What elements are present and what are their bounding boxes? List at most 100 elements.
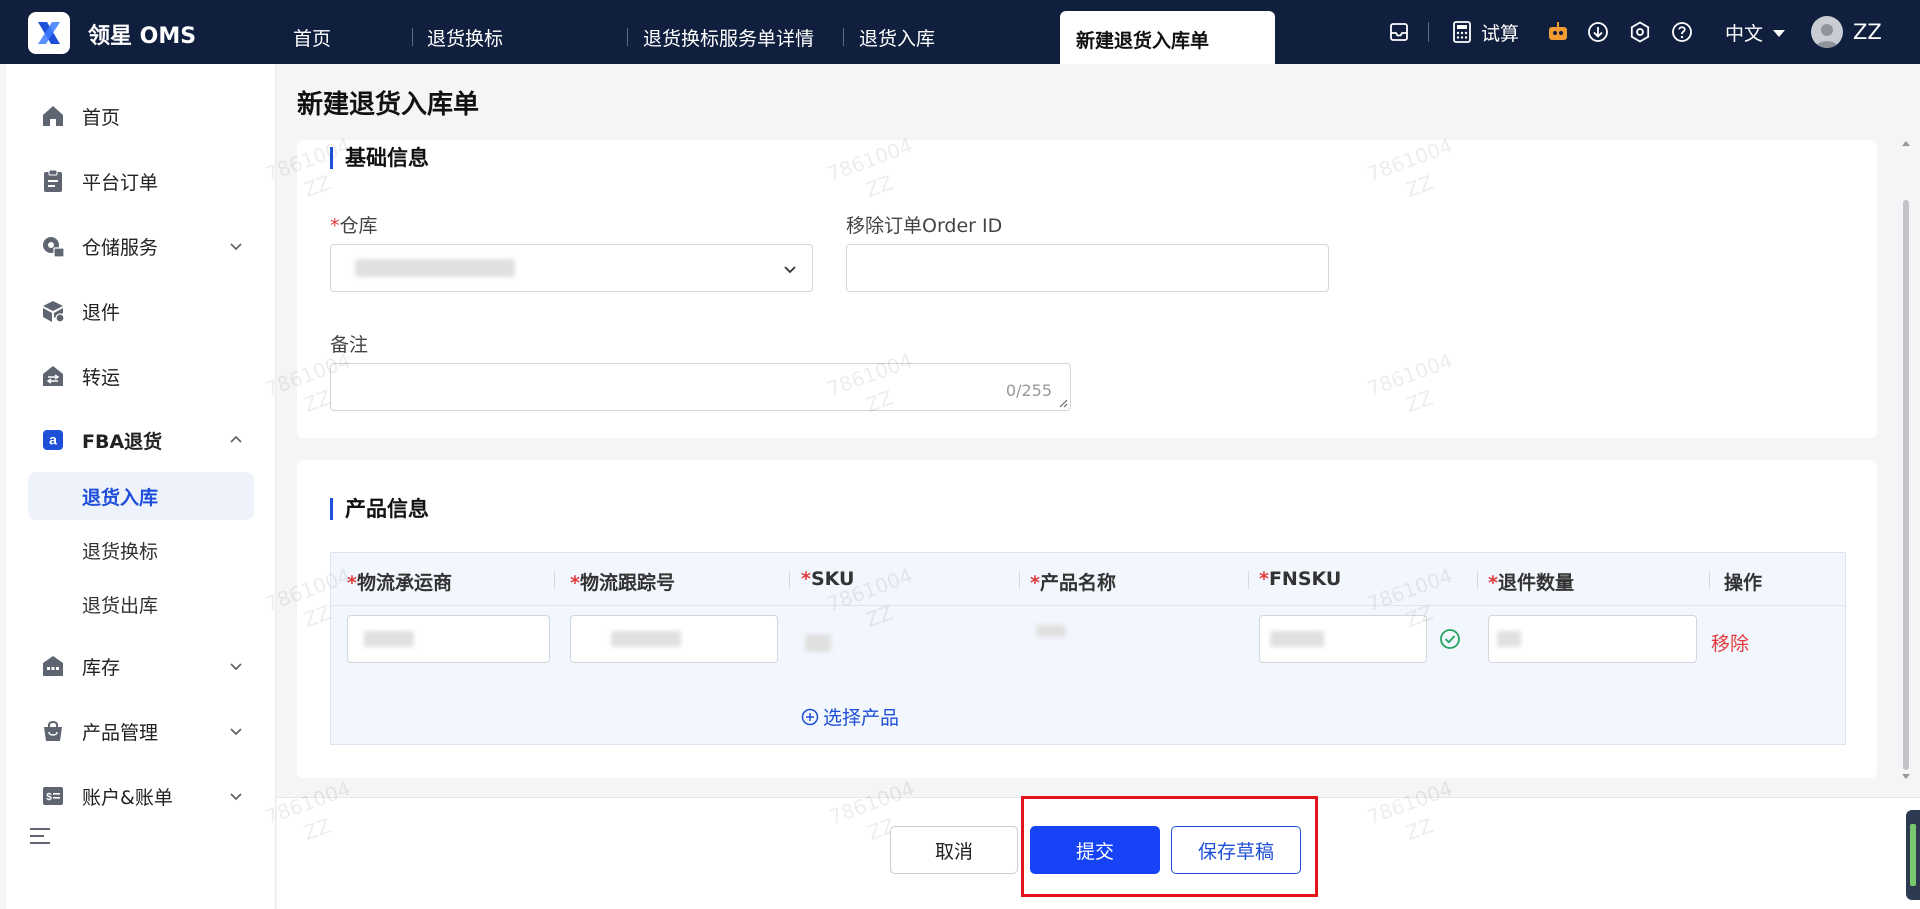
svg-text:a: a (49, 432, 57, 448)
chevron-up-icon[interactable] (228, 432, 244, 448)
select-product-button[interactable]: 选择产品 (801, 703, 899, 730)
warehouse-label: *仓库 (330, 215, 378, 237)
sidebar-item-fba-returns[interactable]: a FBA退货 (6, 416, 276, 464)
fnsku-input[interactable] (1259, 615, 1427, 663)
cancel-button[interactable]: 取消 (890, 826, 1018, 874)
sidebar-item-transfer[interactable]: 转运 (6, 352, 276, 400)
warehouse-select[interactable] (330, 244, 813, 292)
tab-separator (627, 28, 628, 46)
sidebar-item-home[interactable]: 首页 (6, 92, 276, 140)
return-box-icon (40, 298, 66, 324)
chevron-down-icon[interactable] (228, 658, 244, 674)
product-table: *物流承运商 *物流跟踪号 *SKU *产品名称 *FNSKU *退件数量 操作… (330, 552, 1846, 745)
column-separator (1019, 571, 1020, 589)
bill-icon: $ (40, 783, 66, 809)
masked-sku-value (805, 634, 831, 652)
topbar-actions: 试算 中文 ZZ (1386, 0, 1882, 64)
header-divider (331, 605, 1845, 606)
column-separator (554, 571, 555, 589)
sidebar-item-label: 转运 (82, 366, 121, 389)
bag-icon (40, 718, 66, 744)
column-header-fnsku: *FNSKU (1259, 568, 1342, 590)
page-title: 新建退货入库单 (297, 90, 480, 120)
sidebar-item-label: 首页 (82, 106, 121, 129)
trial-calc-button[interactable]: 试算 (1481, 19, 1519, 46)
section-title-product-info: 产品信息 (330, 498, 429, 520)
column-separator (1248, 571, 1249, 589)
column-separator (789, 571, 790, 589)
sidebar-subitem-return-outbound[interactable]: 退货出库 (28, 580, 254, 628)
watermark: 7861004ZZ (261, 776, 354, 846)
inbox-icon[interactable] (1386, 19, 1412, 45)
plus-circle-icon (801, 708, 819, 725)
sidebar-item-inventory[interactable]: 库存 (6, 642, 276, 690)
home-icon (40, 103, 66, 129)
chevron-down-icon[interactable] (228, 723, 244, 739)
calculator-icon[interactable] (1449, 19, 1475, 45)
sidebar-item-label: 账户&账单 (82, 786, 173, 809)
sidebar-item-label: 退件 (82, 301, 121, 324)
scroll-thumb[interactable] (1903, 200, 1909, 770)
tab-relabel-service-detail[interactable]: 退货换标服务单详情 (643, 24, 814, 51)
collapse-menu-icon[interactable] (28, 824, 52, 853)
remove-row-button[interactable]: 移除 (1711, 629, 1749, 656)
robot-icon[interactable] (1545, 19, 1571, 45)
column-header-carrier: *物流承运商 (347, 572, 452, 594)
highlight-box (1021, 796, 1318, 897)
sidebar-subitem-return-inbound[interactable]: 退货入库 (28, 472, 254, 520)
transfer-icon (40, 363, 66, 389)
settings-icon[interactable] (1627, 19, 1653, 45)
caret-down-icon[interactable] (1773, 22, 1786, 43)
check-circle-icon (1440, 629, 1460, 649)
tab-separator (412, 28, 413, 46)
tab-home[interactable]: 首页 (293, 24, 331, 51)
order-id-input[interactable] (846, 244, 1329, 292)
top-bar: 领星 OMS 首页 退货换标 退货换标服务单详情 退货入库 新建退货入库单 试算… (0, 0, 1920, 64)
amazon-icon: a (40, 427, 66, 453)
column-header-product-name: *产品名称 (1030, 572, 1116, 594)
sidebar-item-account-billing[interactable]: $ 账户&账单 (6, 772, 276, 820)
sidebar-item-product-management[interactable]: 产品管理 (6, 707, 276, 755)
sidebar-subitem-label: 退货换标 (82, 540, 159, 563)
masked-product-name-value (1036, 625, 1066, 637)
column-header-return-qty: *退件数量 (1488, 572, 1574, 594)
scroll-down-icon[interactable] (1902, 772, 1910, 780)
download-icon[interactable] (1585, 19, 1611, 45)
sidebar-item-platform-orders[interactable]: 平台订单 (6, 157, 276, 205)
logo-icon[interactable] (28, 12, 70, 54)
user-name[interactable]: ZZ (1853, 20, 1882, 44)
chevron-down-icon[interactable] (228, 238, 244, 254)
scrollbar[interactable] (1901, 140, 1911, 780)
tab-return-inbound[interactable]: 退货入库 (859, 24, 935, 51)
section-title-basic-info: 基础信息 (330, 147, 429, 169)
sidebar-item-label: 仓储服务 (82, 236, 159, 259)
tracking-number-input[interactable] (570, 615, 778, 663)
tab-return-relabel[interactable]: 退货换标 (427, 24, 503, 51)
language-selector[interactable]: 中文 (1725, 19, 1763, 46)
column-separator (1477, 571, 1478, 589)
column-separator (1709, 571, 1710, 589)
help-icon[interactable] (1669, 19, 1695, 45)
scroll-up-icon[interactable] (1902, 140, 1910, 148)
column-header-tracking-number: *物流跟踪号 (570, 572, 675, 594)
masked-fnsku-value (1270, 631, 1324, 647)
topbar-divider (1428, 22, 1429, 42)
masked-carrier-value (364, 631, 414, 647)
sidebar-subitem-return-relabel[interactable]: 退货换标 (28, 526, 254, 574)
tab-new-return-inbound[interactable]: 新建退货入库单 (1060, 11, 1275, 64)
remark-label: 备注 (330, 334, 369, 356)
sidebar-item-returns[interactable]: 退件 (6, 287, 276, 335)
sidebar-subitem-label: 退货入库 (82, 486, 159, 509)
sidebar-subitem-label: 退货出库 (82, 594, 159, 617)
return-qty-input[interactable] (1488, 615, 1697, 663)
resize-handle-icon[interactable] (1058, 398, 1068, 408)
sidebar-item-label: 平台订单 (82, 171, 159, 194)
remark-textarea[interactable]: 0/255 (330, 363, 1071, 411)
tab-separator (843, 28, 844, 46)
side-widget[interactable] (1906, 810, 1920, 900)
carrier-input[interactable] (347, 615, 550, 663)
chevron-down-icon[interactable] (228, 788, 244, 804)
avatar[interactable] (1811, 16, 1844, 48)
sidebar-item-warehouse-service[interactable]: 仓储服务 (6, 222, 276, 270)
sidebar-item-label: FBA退货 (82, 430, 163, 453)
